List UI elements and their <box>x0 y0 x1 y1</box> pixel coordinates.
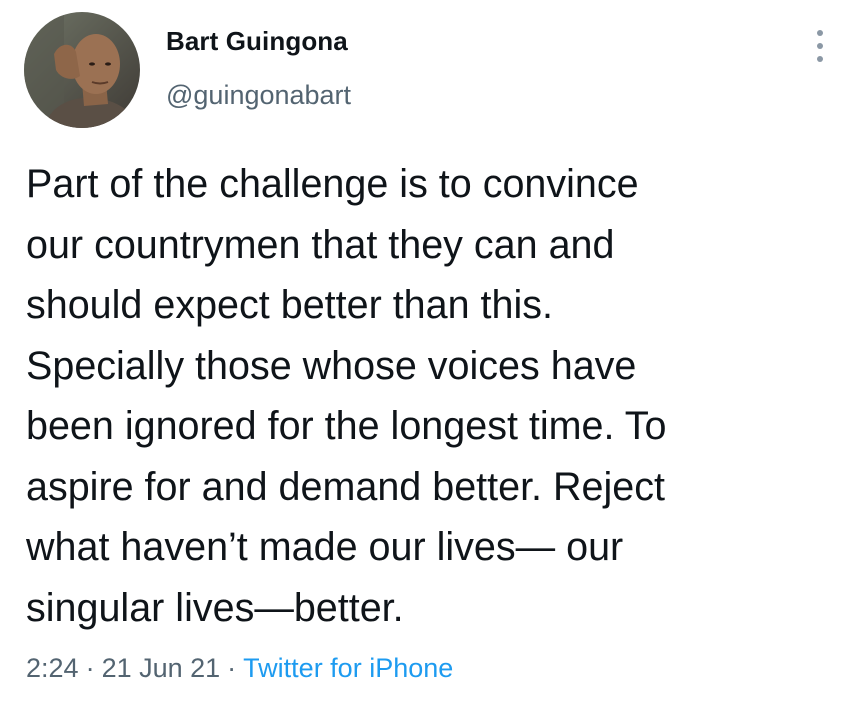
tweet-text-line: our countrymen that they can and <box>26 222 615 267</box>
dot <box>817 43 823 49</box>
tweet-card: Bart Guingona @guingonabart Part of the … <box>0 0 864 715</box>
meta-separator: · <box>227 653 237 683</box>
author-handle[interactable]: @guingonabart <box>166 80 351 111</box>
tweet-text-line: Specially those whose voices have <box>26 343 637 388</box>
tweet-text-line: Part of the challenge is to convince <box>26 162 639 206</box>
meta-separator: · <box>85 653 95 683</box>
tweet-time[interactable]: 2:24 <box>26 653 79 683</box>
tweet-text-line: aspire for and demand better. Reject <box>26 464 665 509</box>
tweet-text-line: what haven’t made our lives— our <box>26 525 624 569</box>
tweet-date[interactable]: 21 Jun 21 <box>102 653 221 683</box>
tweet-meta: 2:24 · 21 Jun 21 · Twitter for iPhone <box>26 653 453 684</box>
avatar-image <box>24 12 140 128</box>
author-name[interactable]: Bart Guingona <box>166 26 348 57</box>
tweet-text-line: should expect better than this. <box>26 283 554 327</box>
tweet-text-line: been ignored for the longest time. To <box>26 404 667 448</box>
tweet-source-link[interactable]: Twitter for iPhone <box>243 653 453 683</box>
tweet-text-line: singular lives—better. <box>26 585 404 630</box>
dot <box>817 56 823 62</box>
tweet-text: Part of the challenge is to convince our… <box>26 154 846 638</box>
avatar[interactable] <box>24 12 140 128</box>
dot <box>817 30 823 36</box>
more-vertical-icon[interactable] <box>808 28 832 64</box>
